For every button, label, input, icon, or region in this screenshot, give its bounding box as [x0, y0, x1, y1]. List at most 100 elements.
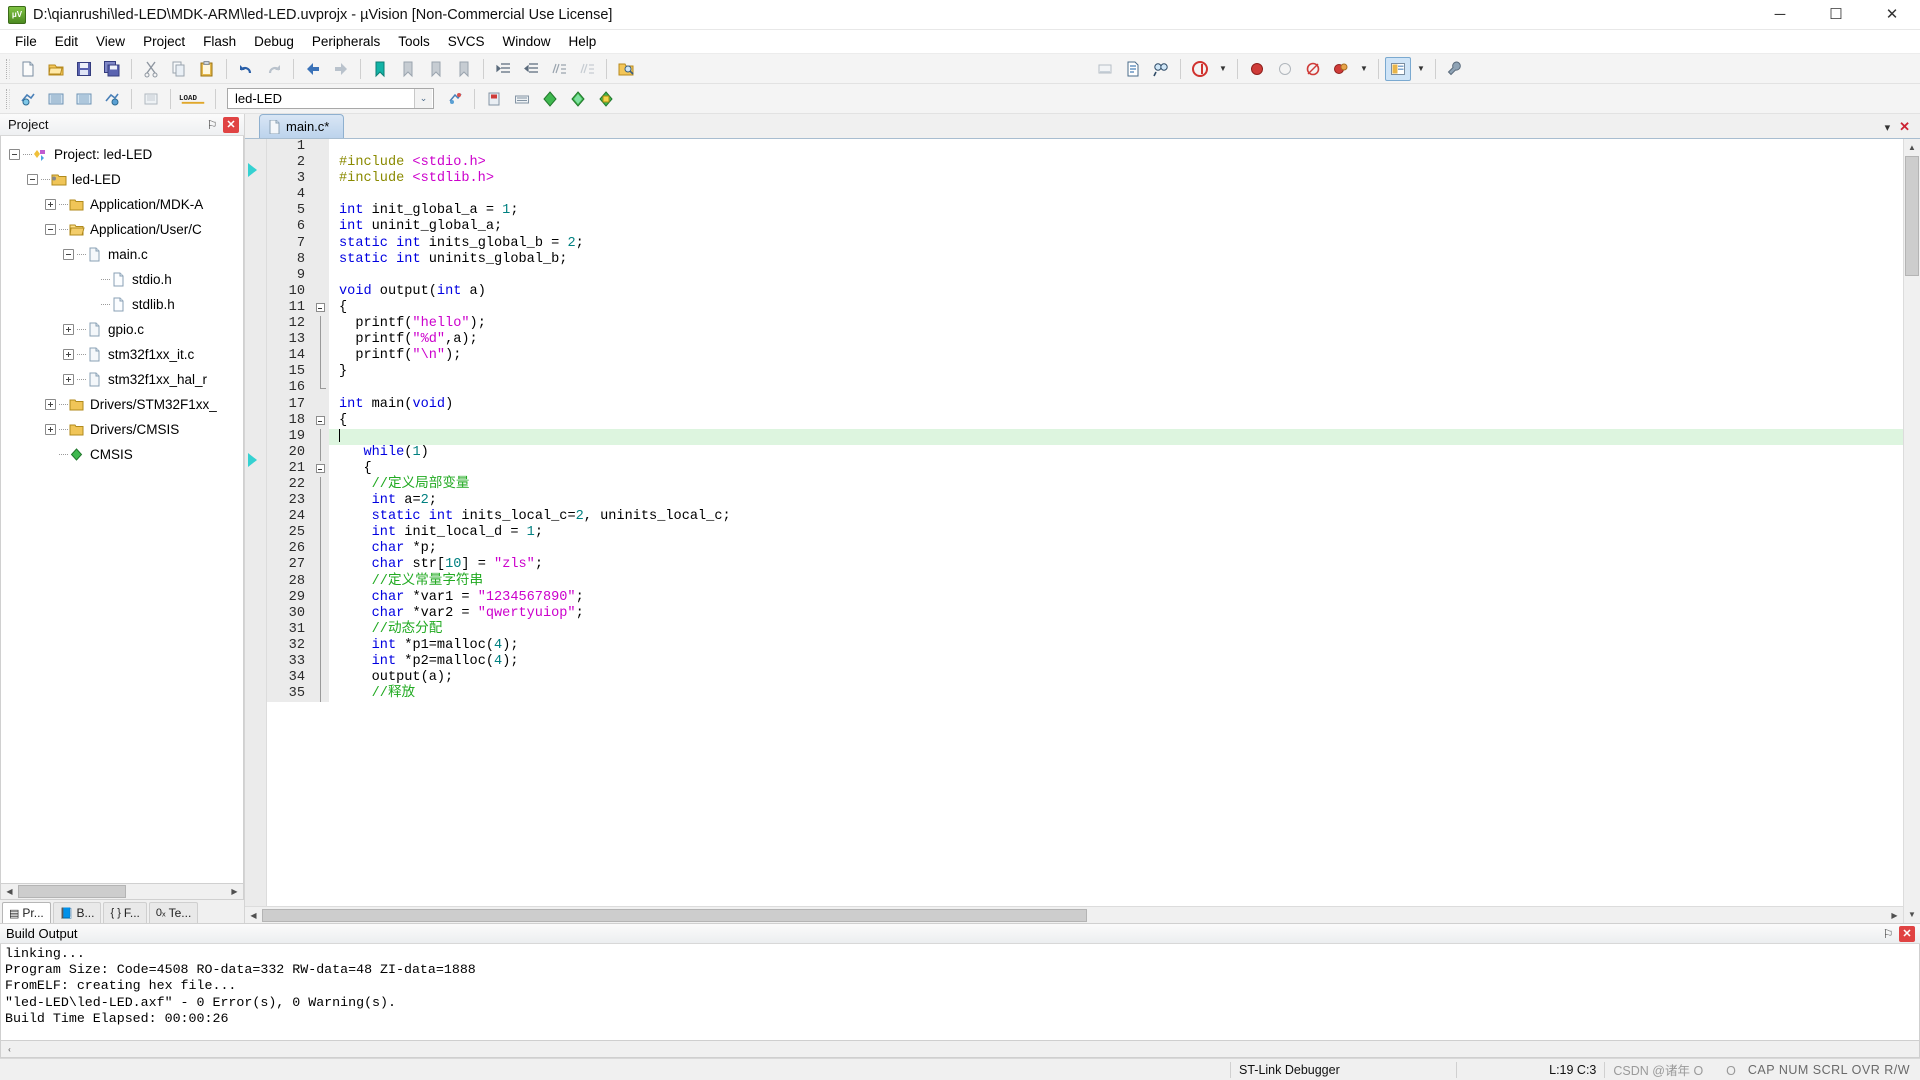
tab-project[interactable]: ▤ Pr... — [2, 902, 51, 923]
target-options-icon[interactable] — [442, 87, 468, 111]
fold-gutter[interactable] — [311, 541, 329, 558]
expander-plus-icon[interactable] — [45, 199, 56, 210]
editor-hscroll-thumb[interactable] — [262, 908, 1087, 922]
scroll-left-icon[interactable]: ‹ — [1, 1041, 18, 1057]
fold-gutter[interactable] — [311, 493, 329, 510]
menu-edit[interactable]: Edit — [46, 31, 87, 52]
build-output-hscrollbar[interactable]: ‹ — [0, 1041, 1920, 1058]
manage-windows-dropdown[interactable]: ▼ — [1413, 57, 1429, 81]
fold-gutter[interactable] — [311, 203, 329, 220]
fold-gutter[interactable] — [311, 428, 329, 445]
menu-file[interactable]: File — [6, 31, 46, 52]
menu-tools[interactable]: Tools — [389, 31, 439, 52]
code-line[interactable]: 6 int uninit_global_a; — [267, 219, 1903, 236]
fold-gutter[interactable] — [311, 267, 329, 284]
expander-plus-icon[interactable] — [63, 349, 74, 360]
navigate-forward-icon[interactable] — [328, 57, 354, 81]
find-icon[interactable] — [1148, 57, 1174, 81]
code-line[interactable]: 25 int init_local_d = 1; — [267, 525, 1903, 542]
project-tree[interactable]: Project: led-LED led-LED Application/MDK… — [0, 136, 244, 883]
maximize-button[interactable]: ☐ — [1808, 0, 1864, 30]
expander-plus-icon[interactable] — [63, 324, 74, 335]
code-line[interactable]: 16 — [267, 380, 1903, 397]
scroll-left-icon[interactable]: ◀ — [245, 907, 262, 923]
tree-item-drivers-cmsis[interactable]: Drivers/CMSIS — [1, 417, 243, 442]
fold-gutter[interactable] — [311, 460, 329, 477]
redo-icon[interactable] — [261, 57, 287, 81]
code-line[interactable]: 20 while(1) — [267, 444, 1903, 461]
code-line[interactable]: 8 static int uninits_global_b; — [267, 251, 1903, 268]
expander-plus-icon[interactable] — [63, 374, 74, 385]
toolbar-grip[interactable] — [6, 58, 10, 79]
insert-box-icon[interactable] — [1092, 57, 1118, 81]
code-line[interactable]: 22 //定义局部变量 — [267, 476, 1903, 494]
code-line[interactable]: 23 int a=2; — [267, 493, 1903, 510]
scroll-down-icon[interactable]: ▼ — [1904, 906, 1920, 923]
fold-gutter[interactable] — [311, 589, 329, 606]
tab-books[interactable]: 📘 B... — [52, 902, 102, 923]
target-combobox[interactable]: led-LED ⌄ — [227, 88, 434, 109]
tree-item-main-c[interactable]: main.c — [1, 242, 243, 267]
indent-icon[interactable] — [490, 57, 516, 81]
code-line[interactable]: 26 char *p; — [267, 541, 1903, 558]
fold-gutter[interactable] — [311, 364, 329, 381]
new-file-icon[interactable] — [15, 57, 41, 81]
document-tab-main-c[interactable]: main.c* — [259, 114, 345, 138]
close-icon[interactable]: ✕ — [223, 116, 239, 133]
menu-project[interactable]: Project — [134, 31, 194, 52]
fold-gutter[interactable] — [311, 525, 329, 542]
scroll-left-icon[interactable]: ◀ — [1, 884, 18, 899]
code-line[interactable]: 13 printf("%d",a); — [267, 332, 1903, 349]
fold-gutter[interactable] — [311, 654, 329, 671]
editor-hscrollbar[interactable]: ◀ ▶ — [245, 906, 1903, 923]
code-line[interactable]: 7 static int inits_global_b = 2; — [267, 235, 1903, 252]
fold-gutter[interactable] — [311, 637, 329, 654]
debug-session-icon[interactable] — [1187, 57, 1213, 81]
fold-gutter[interactable] — [311, 509, 329, 526]
fold-gutter[interactable] — [311, 251, 329, 268]
tree-item-application-mdk[interactable]: Application/MDK-A — [1, 192, 243, 217]
debug-session-dropdown[interactable]: ▼ — [1215, 57, 1231, 81]
undo-icon[interactable] — [233, 57, 259, 81]
configure-target-icon[interactable] — [1442, 57, 1468, 81]
code-line[interactable]: 4 — [267, 187, 1903, 204]
tree-item-cmsis[interactable]: CMSIS — [1, 442, 243, 467]
fold-gutter[interactable] — [311, 283, 329, 300]
pin-icon[interactable]: ⚐ — [204, 117, 220, 133]
code-line[interactable]: 35 //释放 — [267, 686, 1903, 703]
find-in-files-icon[interactable] — [613, 57, 639, 81]
fold-gutter[interactable] — [311, 444, 329, 461]
pin-icon[interactable]: ⚐ — [1880, 926, 1896, 942]
fold-gutter[interactable] — [311, 557, 329, 574]
editor-vscroll-track[interactable] — [1904, 156, 1920, 906]
menu-window[interactable]: Window — [493, 31, 559, 52]
comment-icon[interactable] — [546, 57, 572, 81]
code-line[interactable]: 5 int init_global_a = 1; — [267, 203, 1903, 220]
code-line[interactable]: 32 int *p1=malloc(4); — [267, 637, 1903, 654]
fold-gutter[interactable] — [311, 187, 329, 204]
code-line[interactable]: 34 output(a); — [267, 670, 1903, 687]
menu-view[interactable]: View — [87, 31, 134, 52]
code-line[interactable]: 3 #include <stdlib.h> — [267, 171, 1903, 188]
editor-vscroll-thumb[interactable] — [1905, 156, 1919, 276]
disable-breakpoints-icon[interactable] — [1328, 57, 1354, 81]
manage-windows-icon[interactable] — [1385, 56, 1411, 81]
expander-plus-icon[interactable] — [45, 424, 56, 435]
translate-icon[interactable] — [15, 87, 41, 111]
scroll-up-icon[interactable]: ▲ — [1904, 139, 1920, 156]
hscroll-track[interactable] — [18, 884, 226, 899]
fold-gutter[interactable] — [311, 686, 329, 703]
project-tree-hscrollbar[interactable]: ◀ ▶ — [0, 883, 244, 900]
bookmark-toggle-icon[interactable] — [367, 57, 393, 81]
bookmark-clear-icon[interactable] — [451, 57, 477, 81]
code-line[interactable]: 9 — [267, 267, 1903, 284]
tree-item-application-user[interactable]: Application/User/C — [1, 217, 243, 242]
copy-icon[interactable] — [166, 57, 192, 81]
code-line[interactable]: 31 //动态分配 — [267, 621, 1903, 638]
tab-list-icon[interactable]: ▾ — [1885, 121, 1891, 134]
breakpoint-icon[interactable] — [1244, 57, 1270, 81]
fold-gutter[interactable] — [311, 573, 329, 590]
expander-minus-icon[interactable] — [9, 149, 20, 160]
rebuild-icon[interactable] — [71, 87, 97, 111]
fold-gutter[interactable] — [311, 332, 329, 349]
